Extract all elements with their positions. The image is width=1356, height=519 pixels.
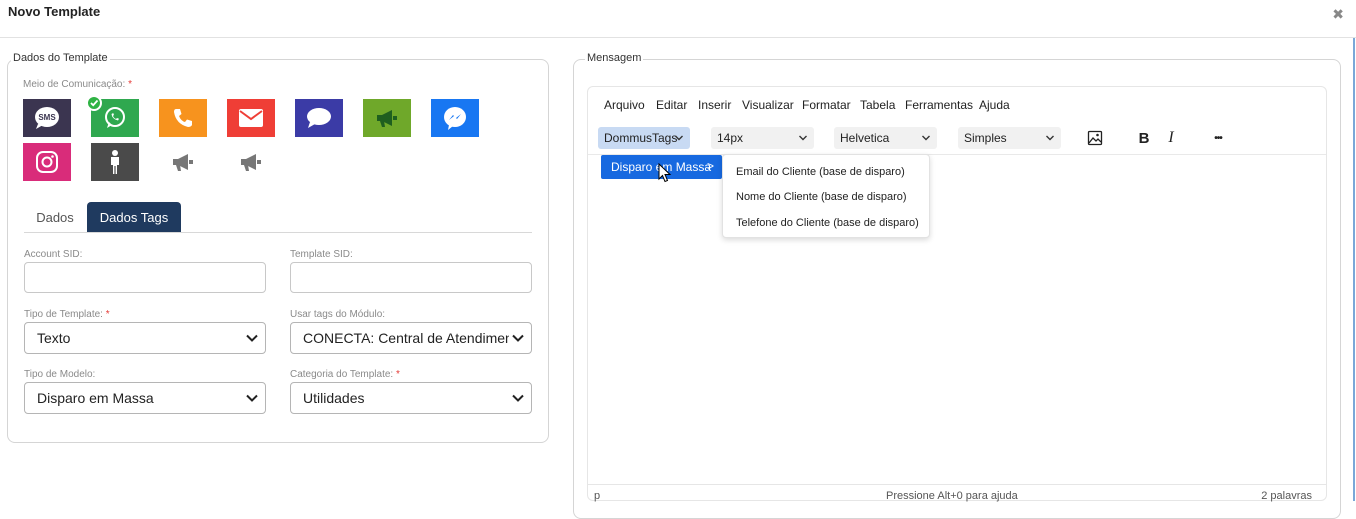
tags-dropdown-menu: Email do Cliente (base de disparo) Nome … <box>722 154 930 238</box>
menu-visualizar[interactable]: Visualizar <box>742 98 794 112</box>
tab-dados[interactable]: Dados <box>24 202 86 232</box>
sms-icon: SMS <box>35 107 59 129</box>
menu-ferramentas[interactable]: Ferramentas <box>905 98 973 112</box>
selected-check-icon <box>86 95 102 111</box>
template-sid-input[interactable] <box>290 262 532 293</box>
usar-tags-value: CONECTA: Central de Atendimento <box>303 330 509 346</box>
chevron-down-icon <box>511 331 525 345</box>
menu-inserir[interactable]: Inserir <box>698 98 731 112</box>
tab-dados-tags[interactable]: Dados Tags <box>87 202 181 232</box>
editor-statusbar: p Pressione Alt+0 para ajuda 2 palavras <box>588 484 1326 502</box>
block-format-select[interactable]: Simples <box>958 127 1061 149</box>
tipo-template-select[interactable]: Texto <box>24 322 266 354</box>
chevron-down-icon <box>675 135 683 141</box>
channel-chat[interactable] <box>295 99 343 137</box>
chevron-down-icon <box>512 394 524 402</box>
chevron-down-icon <box>922 135 930 141</box>
svg-text:SMS: SMS <box>38 113 56 122</box>
chevron-down-icon <box>1046 135 1054 141</box>
channel-person[interactable] <box>91 143 139 181</box>
more-button[interactable]: ••• <box>1206 127 1230 149</box>
menu-item-nome-cliente[interactable]: Nome do Cliente (base de disparo) <box>736 191 907 203</box>
dommus-tags-label: DommusTags <box>604 131 678 145</box>
email-icon <box>239 109 263 127</box>
tipo-template-value: Texto <box>37 330 71 346</box>
channel-megaphone-gray-2[interactable] <box>227 143 275 181</box>
font-size-value: 14px <box>717 131 744 145</box>
mouse-cursor-icon <box>658 163 672 183</box>
categoria-value: Utilidades <box>303 390 365 406</box>
help-hint: Pressione Alt+0 para ajuda <box>886 490 1018 502</box>
categoria-select[interactable]: Utilidades <box>290 382 532 414</box>
account-sid-input[interactable] <box>24 262 266 293</box>
italic-button[interactable]: I <box>1161 127 1181 149</box>
phone-icon <box>174 109 192 127</box>
channel-sms[interactable]: SMS <box>23 99 71 137</box>
channels-label: Meio de Comunicação: * <box>23 79 132 90</box>
menu-editar[interactable]: Editar <box>656 98 687 112</box>
modal-title: Novo Template <box>8 4 101 19</box>
chevron-right-icon: > <box>706 159 714 173</box>
tipo-modelo-label: Tipo de Modelo: <box>24 369 96 380</box>
modal-header: Novo Template ✖ <box>0 0 1356 38</box>
insert-image-button[interactable] <box>1084 127 1106 149</box>
channel-megaphone-gray-1[interactable] <box>159 143 207 181</box>
message-legend: Mensagem <box>585 52 644 64</box>
menu-ajuda[interactable]: Ajuda <box>979 98 1010 112</box>
scrollbar-edge <box>1353 38 1355 501</box>
element-path[interactable]: p <box>594 490 600 502</box>
bold-button[interactable]: B <box>1134 127 1154 149</box>
tab-divider <box>24 232 532 233</box>
channel-email[interactable] <box>227 99 275 137</box>
messenger-icon <box>444 107 466 130</box>
channel-messenger[interactable] <box>431 99 479 137</box>
usar-tags-label: Usar tags do Módulo: <box>290 309 386 320</box>
megaphone-icon <box>173 154 193 171</box>
categoria-label: Categoria do Template: * <box>290 369 400 380</box>
channel-campaign[interactable] <box>363 99 411 137</box>
template-sid-label: Template SID: <box>290 249 353 260</box>
chevron-down-icon <box>246 334 258 342</box>
tipo-template-label: Tipo de Template: * <box>24 309 110 320</box>
menu-arquivo[interactable]: Arquivo <box>604 98 645 112</box>
tipo-modelo-select[interactable]: Disparo em Massa <box>24 382 266 414</box>
menu-formatar[interactable]: Formatar <box>802 98 851 112</box>
whatsapp-icon <box>105 107 125 128</box>
menu-tabela[interactable]: Tabela <box>860 98 895 112</box>
font-family-select[interactable]: Helvetica <box>834 127 937 149</box>
megaphone-icon <box>377 110 397 127</box>
megaphone-icon <box>241 154 261 171</box>
image-icon <box>1087 130 1103 146</box>
dommus-tags-menu[interactable]: DommusTags <box>598 127 690 149</box>
block-format-value: Simples <box>964 131 1007 145</box>
word-count[interactable]: 2 palavras <box>1261 490 1312 502</box>
font-family-value: Helvetica <box>840 131 890 145</box>
instagram-icon <box>36 151 58 173</box>
close-icon[interactable]: ✖ <box>1332 6 1344 23</box>
menu-item-email-cliente[interactable]: Email do Cliente (base de disparo) <box>736 166 905 178</box>
chevron-down-icon <box>246 394 258 402</box>
account-sid-label: Account SID: <box>24 249 83 260</box>
font-size-select[interactable]: 14px <box>711 127 814 149</box>
channel-phone[interactable] <box>159 99 207 137</box>
chevron-down-icon <box>799 135 807 141</box>
channel-instagram[interactable] <box>23 143 71 181</box>
tipo-modelo-value: Disparo em Massa <box>37 390 154 406</box>
menu-item-telefone-cliente[interactable]: Telefone do Cliente (base de disparo) <box>736 217 919 229</box>
template-data-legend: Dados do Template <box>11 52 110 64</box>
chat-icon <box>307 108 331 128</box>
usar-tags-select[interactable]: CONECTA: Central de Atendimento <box>290 322 532 354</box>
person-icon <box>111 150 119 174</box>
